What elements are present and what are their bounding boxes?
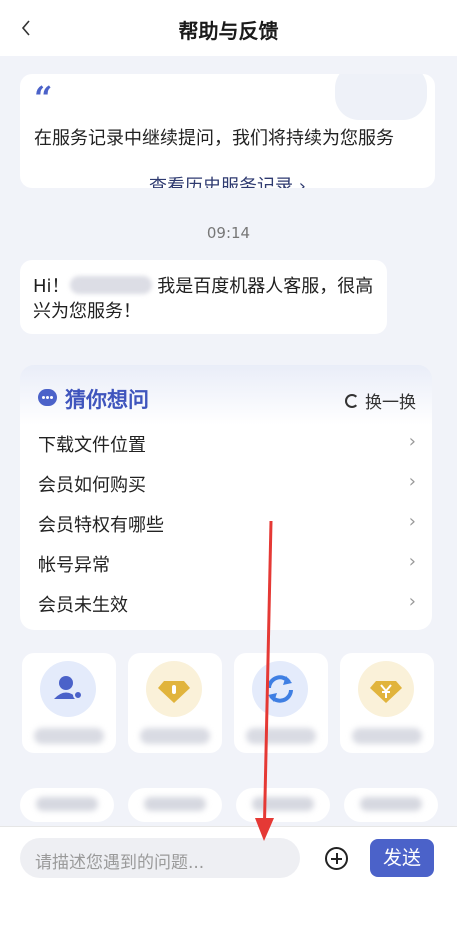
input-placeholder: 请描述您遇到的问题... [35,853,205,873]
faq-title: 猜你想问 [65,388,149,412]
refresh-button[interactable]: 换一换 [345,388,416,413]
yuan-diamond-icon [358,661,414,717]
top-bar: 帮助与反馈 [0,0,457,56]
service-tile[interactable] [340,653,434,753]
blurred-label [352,728,422,744]
service-tile[interactable] [22,653,116,753]
faq-item[interactable]: 会员如何购买 › [38,463,416,503]
chevron-right-icon: › [408,551,416,572]
service-tile[interactable] [128,653,222,753]
quote-icon: “ [34,79,53,117]
blurred-label [360,797,422,811]
refresh-label: 换一换 [365,393,416,413]
message-time: 09:14 [206,224,251,242]
history-card: “ 在服务记录中继续提问，我们将持续为您服务 查看历史服务记录 › [20,74,435,188]
blurred-label [34,728,104,744]
diamond-icon [146,661,202,717]
quick-chip[interactable] [20,788,114,822]
question-input[interactable]: 请描述您遇到的问题... [20,838,300,878]
bot-message: Hi！ 我是百度机器人客服，很高兴为您服务！ [20,260,387,334]
chevron-right-icon: › [408,471,416,492]
input-bar: 请描述您遇到的问题... 发送 [0,826,457,931]
quick-chip[interactable] [128,788,222,822]
blurred-label [36,797,98,811]
chat-area[interactable]: “ 在服务记录中继续提问，我们将持续为您服务 查看历史服务记录 › 09:14 … [0,56,457,826]
faq-item-label: 会员未生效 [38,595,128,616]
faq-panel: 猜你想问 换一换 下载文件位置 › 会员如何购买 › 会员特权有哪些 › 帐号异… [20,365,432,630]
blurred-label [246,728,316,744]
blurred-label [252,797,314,811]
faq-item-label: 帐号异常 [38,555,110,576]
blurred-label [144,797,206,811]
quick-chip[interactable] [236,788,330,822]
faq-item[interactable]: 会员未生效 › [38,583,416,623]
faq-item[interactable]: 会员特权有哪些 › [38,503,416,543]
blurred-label [140,728,210,744]
add-icon[interactable] [325,847,348,870]
send-button[interactable]: 发送 [370,839,434,877]
chevron-right-icon: › [408,511,416,532]
faq-item-label: 下载文件位置 [38,435,146,456]
blurred-username [69,276,152,294]
refresh-icon [345,394,359,408]
decoration [335,74,427,120]
sync-icon [252,661,308,717]
user-gear-icon [40,661,96,717]
greeting-prefix: Hi！ [33,276,70,297]
chat-bubble-icon [38,389,57,406]
faq-item-label: 会员特权有哪些 [38,515,164,536]
history-card-text: 在服务记录中继续提问，我们将持续为您服务 [34,128,394,149]
history-link[interactable]: 查看历史服务记录 › [20,172,435,188]
chevron-right-icon: › [408,431,416,452]
faq-item[interactable]: 帐号异常 › [38,543,416,583]
page-title: 帮助与反馈 [178,19,279,43]
faq-item[interactable]: 下载文件位置 › [38,423,416,463]
bot-message-text: Hi！ 我是百度机器人客服，很高兴为您服务！ [33,274,378,324]
quick-chip[interactable] [344,788,438,822]
faq-item-label: 会员如何购买 [38,475,146,496]
service-tile[interactable] [234,653,328,753]
chevron-right-icon: › [408,591,416,612]
